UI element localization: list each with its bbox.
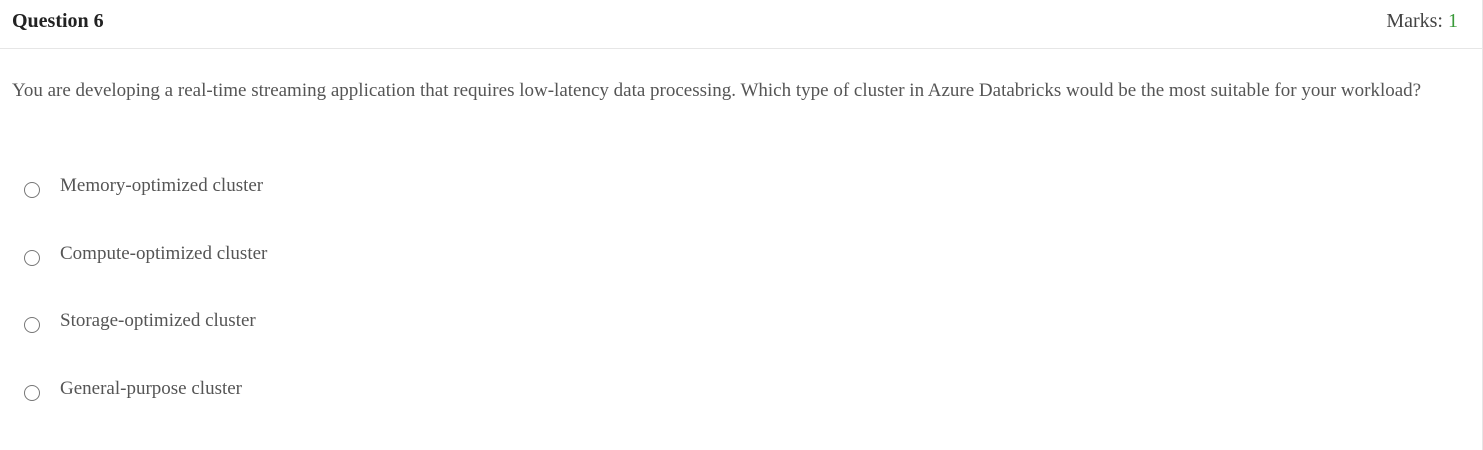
option-label: Compute-optimized cluster <box>60 243 268 264</box>
question-text: You are developing a real-time streaming… <box>12 80 1422 101</box>
radio-button[interactable] <box>24 182 40 198</box>
radio-button[interactable] <box>24 250 40 266</box>
marks-value: 1 <box>1448 9 1458 32</box>
option-label: General-purpose cluster <box>60 378 243 399</box>
option-label: Storage-optimized cluster <box>60 310 256 331</box>
marks-indicator: Marks: 1 <box>1386 10 1458 33</box>
option-storage-optimized[interactable]: Storage-optimized cluster <box>24 309 256 333</box>
option-general-purpose[interactable]: General-purpose cluster <box>24 377 242 401</box>
option-memory-optimized[interactable]: Memory-optimized cluster <box>24 174 263 198</box>
marks-label: Marks: <box>1386 9 1448 32</box>
radio-button[interactable] <box>24 317 40 333</box>
question-title: Question 6 <box>12 9 104 32</box>
option-label: Memory-optimized cluster <box>60 175 264 196</box>
question-header: Question 6 Marks: 1 <box>0 0 1482 49</box>
question-card: Question 6 Marks: 1 You are developing a… <box>0 0 1483 450</box>
radio-button[interactable] <box>24 385 40 401</box>
option-compute-optimized[interactable]: Compute-optimized cluster <box>24 242 267 266</box>
